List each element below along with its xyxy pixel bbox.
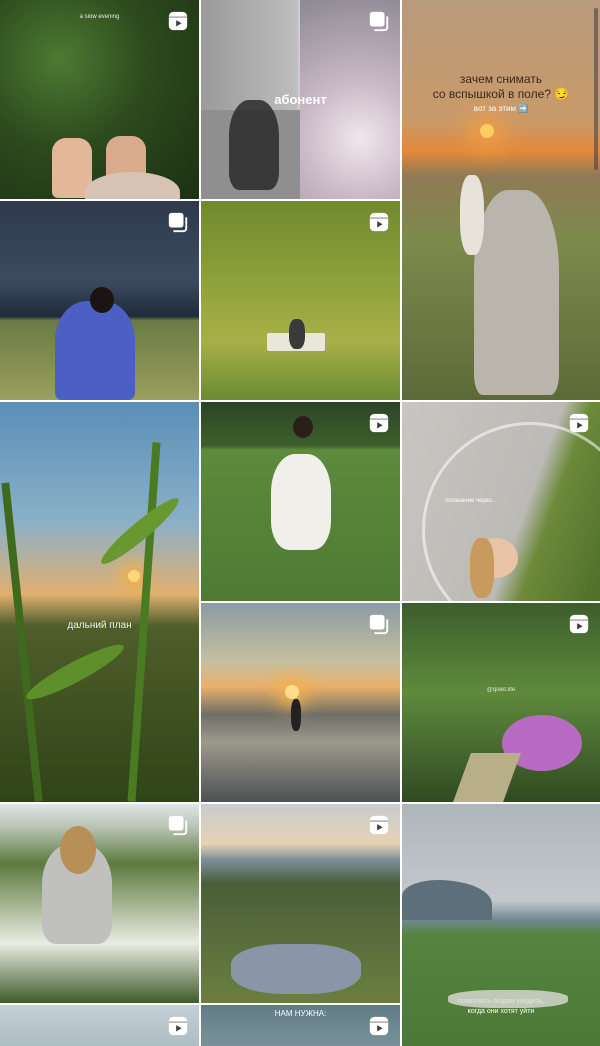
post-caption-line1: зачем снимать	[459, 72, 543, 86]
post-tile-garden[interactable]: @quiet.life	[402, 603, 600, 802]
post-tile-field-flash[interactable]: зачем снимать со вспышкой в поле? 😏 вот …	[402, 0, 600, 400]
sun-shape	[285, 685, 299, 699]
post-tile-daisies[interactable]	[0, 804, 199, 1003]
dress-shape	[85, 172, 180, 199]
corn-stalk	[1, 482, 43, 802]
person-silhouette	[460, 175, 484, 255]
path-shape	[453, 753, 521, 802]
reels-icon	[368, 1015, 390, 1037]
person-silhouette	[229, 100, 279, 190]
reels-icon	[568, 613, 590, 635]
post-caption-line2: со вспышкой в поле? 😏	[432, 87, 570, 101]
reels-icon	[368, 814, 390, 836]
post-tile-feet-in-grass[interactable]: a slow evening	[0, 0, 199, 199]
blanket-shape	[231, 944, 361, 994]
person-hair	[470, 538, 494, 598]
post-tile-storm-field[interactable]	[0, 201, 199, 400]
profile-posts-grid: a slow evening абонент зачем снимать со …	[0, 0, 600, 1046]
reels-icon	[368, 412, 390, 434]
person-hair	[60, 826, 96, 874]
post-tile-corn-field[interactable]: дальний план	[0, 402, 199, 802]
post-caption: @quiet.life	[486, 687, 516, 693]
multiple-posts-icon	[368, 613, 390, 635]
person-silhouette	[448, 990, 568, 1008]
corn-leaf	[21, 637, 129, 707]
reels-icon	[568, 412, 590, 434]
reels-icon	[167, 1015, 189, 1037]
sun-shape	[128, 570, 140, 582]
scrollbar[interactable]	[594, 8, 598, 170]
corn-leaf	[95, 491, 185, 571]
sun-shape	[480, 124, 494, 138]
person-silhouette	[289, 319, 305, 349]
mountain-shape	[402, 880, 492, 920]
reels-icon	[167, 10, 189, 32]
post-caption-line2: когда они хотят уйти	[467, 1008, 535, 1015]
post-tile-let-go[interactable]: позволить людям уходить, когда они хотят…	[402, 804, 600, 1046]
reels-icon	[368, 211, 390, 233]
person-head	[293, 416, 313, 438]
post-caption: осознание через...	[445, 498, 497, 504]
person-silhouette	[474, 190, 559, 395]
rainbow-arc	[422, 422, 600, 601]
person-head	[90, 287, 114, 313]
post-tile-sunset-water[interactable]	[201, 603, 400, 802]
post-tile-rainbow[interactable]: осознание через...	[402, 402, 600, 601]
post-tile-abonent[interactable]: абонент	[201, 0, 400, 199]
multiple-posts-icon	[368, 10, 390, 32]
multiple-posts-icon	[167, 814, 189, 836]
post-caption-sub: вот за этим ➡️	[473, 104, 529, 113]
post-tile-bench-field[interactable]	[201, 201, 400, 400]
person-silhouette	[291, 699, 301, 731]
person-silhouette	[271, 454, 331, 550]
post-tile-blanket-hills[interactable]	[201, 804, 400, 1003]
post-caption: абонент	[274, 92, 327, 107]
person-silhouette	[55, 301, 135, 400]
post-caption: дальний план	[67, 620, 132, 631]
multiple-posts-icon	[167, 211, 189, 233]
post-tile-white-dress[interactable]	[201, 402, 400, 601]
